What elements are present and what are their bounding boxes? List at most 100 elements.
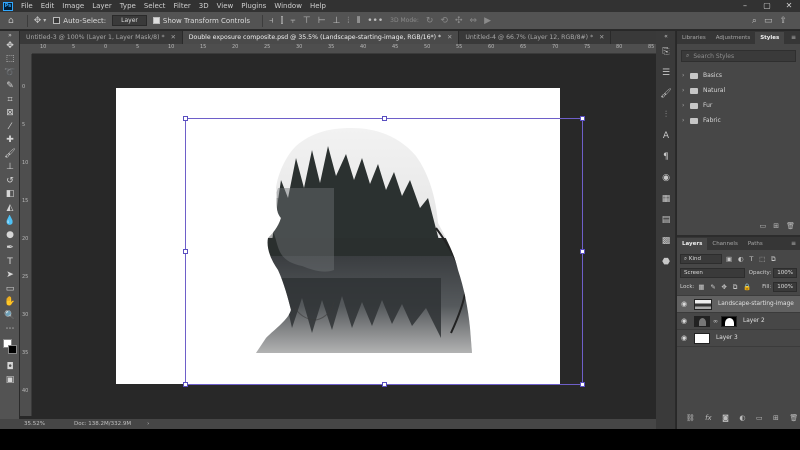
layer-name[interactable]: Landscape-starting-image xyxy=(718,301,794,307)
transform-bounding-box[interactable] xyxy=(183,116,585,387)
tab-adjustments[interactable]: Adjustments xyxy=(711,32,755,44)
history-brush-icon[interactable]: ↺ xyxy=(0,174,20,188)
layer-row-landscape[interactable]: ◉ Landscape-starting-image xyxy=(677,296,800,313)
slide-3d-icon[interactable]: ⇔ xyxy=(470,16,478,26)
brushes-icon[interactable]: ⫶ xyxy=(656,104,676,125)
color-swatches[interactable] xyxy=(0,336,20,360)
menu-type[interactable]: Type xyxy=(116,0,140,12)
vertical-ruler[interactable]: 0 5 10 15 20 25 30 35 40 xyxy=(20,54,32,416)
transform-handle-top[interactable] xyxy=(382,116,387,121)
filter-smart-icon[interactable]: ⧉ xyxy=(771,255,776,263)
menu-help[interactable]: Help xyxy=(306,0,330,12)
style-folder-natural[interactable]: › Natural xyxy=(677,83,800,98)
more-tools-icon[interactable]: ⋯ xyxy=(0,323,20,337)
marquee-tool-icon[interactable]: ⬚ xyxy=(0,53,20,67)
align-left-icon[interactable]: ⫞ xyxy=(269,16,274,26)
maximize-button[interactable]: ▢ xyxy=(756,0,778,12)
lasso-tool-icon[interactable]: ➰ xyxy=(0,66,20,80)
fill-input[interactable]: 100% xyxy=(773,282,797,292)
align-bottom-icon[interactable]: ⊥ xyxy=(333,16,341,26)
distribute-icon[interactable]: ⦙ xyxy=(347,16,349,26)
orbit-3d-icon[interactable]: ↻ xyxy=(426,16,434,26)
eye-icon[interactable]: ◉ xyxy=(677,300,691,308)
chevron-right-icon[interactable]: › xyxy=(682,72,690,79)
camera-3d-icon[interactable]: ▶ xyxy=(484,16,491,26)
tab-libraries[interactable]: Libraries xyxy=(677,32,711,44)
swatches-icon[interactable]: ▦ xyxy=(656,188,676,209)
align-right-icon[interactable]: ⫟ xyxy=(290,16,295,26)
brush-tool-icon[interactable]: 🖌 xyxy=(0,147,20,161)
zoom-tool-icon[interactable]: 🔍 xyxy=(0,309,20,323)
chevron-right-icon[interactable]: › xyxy=(147,421,149,427)
close-tab-icon[interactable]: ✕ xyxy=(447,31,452,44)
close-window-button[interactable]: ✕ xyxy=(778,0,800,12)
auto-select-dropdown[interactable]: Layer xyxy=(112,15,147,26)
tab-untitled-3[interactable]: Untitled-3 @ 100% (Layer 1, Layer Mask/8… xyxy=(20,31,183,44)
transform-handle-bottom[interactable] xyxy=(382,382,387,387)
search-styles-input[interactable]: ⌕ Search Styles xyxy=(681,50,796,62)
pan-3d-icon[interactable]: ✣ xyxy=(455,16,463,26)
properties-icon[interactable]: ☰ xyxy=(656,62,676,83)
new-style-icon[interactable]: ⊞ xyxy=(773,222,779,230)
quick-select-tool-icon[interactable]: ✎ xyxy=(0,80,20,94)
auto-select-checkbox[interactable] xyxy=(53,17,61,24)
blend-mode-dropdown[interactable]: Screen xyxy=(680,268,745,278)
filter-pixel-icon[interactable]: ▣ xyxy=(726,255,732,263)
show-transform-option[interactable]: Show Transform Controls xyxy=(152,17,250,25)
menu-filter[interactable]: Filter xyxy=(169,0,194,12)
link-icon[interactable]: ∞ xyxy=(713,318,718,325)
menu-view[interactable]: View xyxy=(213,0,238,12)
frame-tool-icon[interactable]: ⊠ xyxy=(0,107,20,121)
align-center-icon[interactable]: ⫿ xyxy=(281,16,284,26)
menu-select[interactable]: Select xyxy=(140,0,170,12)
character-icon[interactable]: A xyxy=(656,125,676,146)
clone-stamp-icon[interactable]: ⊥ xyxy=(0,161,20,175)
horizontal-ruler[interactable]: 10 5 0 5 10 15 20 25 30 35 40 45 50 55 60 65 70 75 80 85 xyxy=(32,44,656,54)
search-icon[interactable]: ⌕ xyxy=(752,16,757,26)
auto-select-option[interactable]: Auto-Select: xyxy=(53,17,106,25)
eye-icon[interactable]: ◉ xyxy=(677,317,691,325)
path-selection-icon[interactable]: ➤ xyxy=(0,269,20,283)
menu-layer[interactable]: Layer xyxy=(88,0,116,12)
transform-handle-left[interactable] xyxy=(183,249,188,254)
dodge-tool-icon[interactable]: ● xyxy=(0,228,20,242)
new-group-icon[interactable]: ▭ xyxy=(760,222,767,230)
tab-styles[interactable]: Styles xyxy=(755,32,785,44)
menu-plugins[interactable]: Plugins xyxy=(237,0,270,12)
lock-all-icon[interactable]: 🔒 xyxy=(743,283,751,291)
chevron-down-icon[interactable]: ▾ xyxy=(43,17,46,24)
home-icon[interactable]: ⌂ xyxy=(8,16,14,26)
blur-tool-icon[interactable]: 💧 xyxy=(0,215,20,229)
delete-icon[interactable]: 🗑 xyxy=(789,414,798,422)
collapse-panels-icon[interactable]: « xyxy=(656,31,676,41)
chevron-right-icon[interactable]: › xyxy=(682,117,690,124)
share-icon[interactable]: ⇪ xyxy=(779,16,787,26)
align-middle-icon[interactable]: ⊢ xyxy=(318,16,326,26)
menu-window[interactable]: Window xyxy=(270,0,306,12)
style-folder-basics[interactable]: › Basics xyxy=(677,68,800,83)
layer-row-layer-3[interactable]: ◉ Layer 3 xyxy=(677,330,800,347)
delete-icon[interactable]: 🗑 xyxy=(786,222,795,230)
close-tab-icon[interactable]: ✕ xyxy=(171,31,176,44)
eyedropper-tool-icon[interactable]: ⁄ xyxy=(0,120,20,134)
more-options-icon[interactable]: ••• xyxy=(367,16,383,26)
layer-name[interactable]: Layer 2 xyxy=(743,318,765,324)
screen-mode-icon[interactable]: ▣ xyxy=(0,374,20,388)
brush-settings-icon[interactable]: 🖌 xyxy=(656,83,676,104)
align-top-icon[interactable]: ⊤ xyxy=(303,16,311,26)
roll-3d-icon[interactable]: ⟲ xyxy=(440,16,448,26)
color-icon[interactable]: ◉ xyxy=(656,167,676,188)
opacity-input[interactable]: 100% xyxy=(773,268,797,278)
style-folder-fabric[interactable]: › Fabric xyxy=(677,113,800,128)
move-tool-icon[interactable]: ✥ xyxy=(34,16,42,26)
tab-channels[interactable]: Channels xyxy=(707,238,742,250)
eraser-tool-icon[interactable]: ◧ xyxy=(0,188,20,202)
hand-tool-icon[interactable]: ✋ xyxy=(0,296,20,310)
tab-double-exposure[interactable]: Double exposure composite.psd @ 35.5% (L… xyxy=(182,31,460,44)
menu-edit[interactable]: Edit xyxy=(37,0,59,12)
transform-handle-top-left[interactable] xyxy=(183,116,188,121)
eye-icon[interactable]: ◉ xyxy=(677,334,691,342)
lock-position-icon[interactable]: ✥ xyxy=(722,283,727,291)
pen-tool-icon[interactable]: ✒ xyxy=(0,242,20,256)
gradients-icon[interactable]: ▤ xyxy=(656,209,676,230)
